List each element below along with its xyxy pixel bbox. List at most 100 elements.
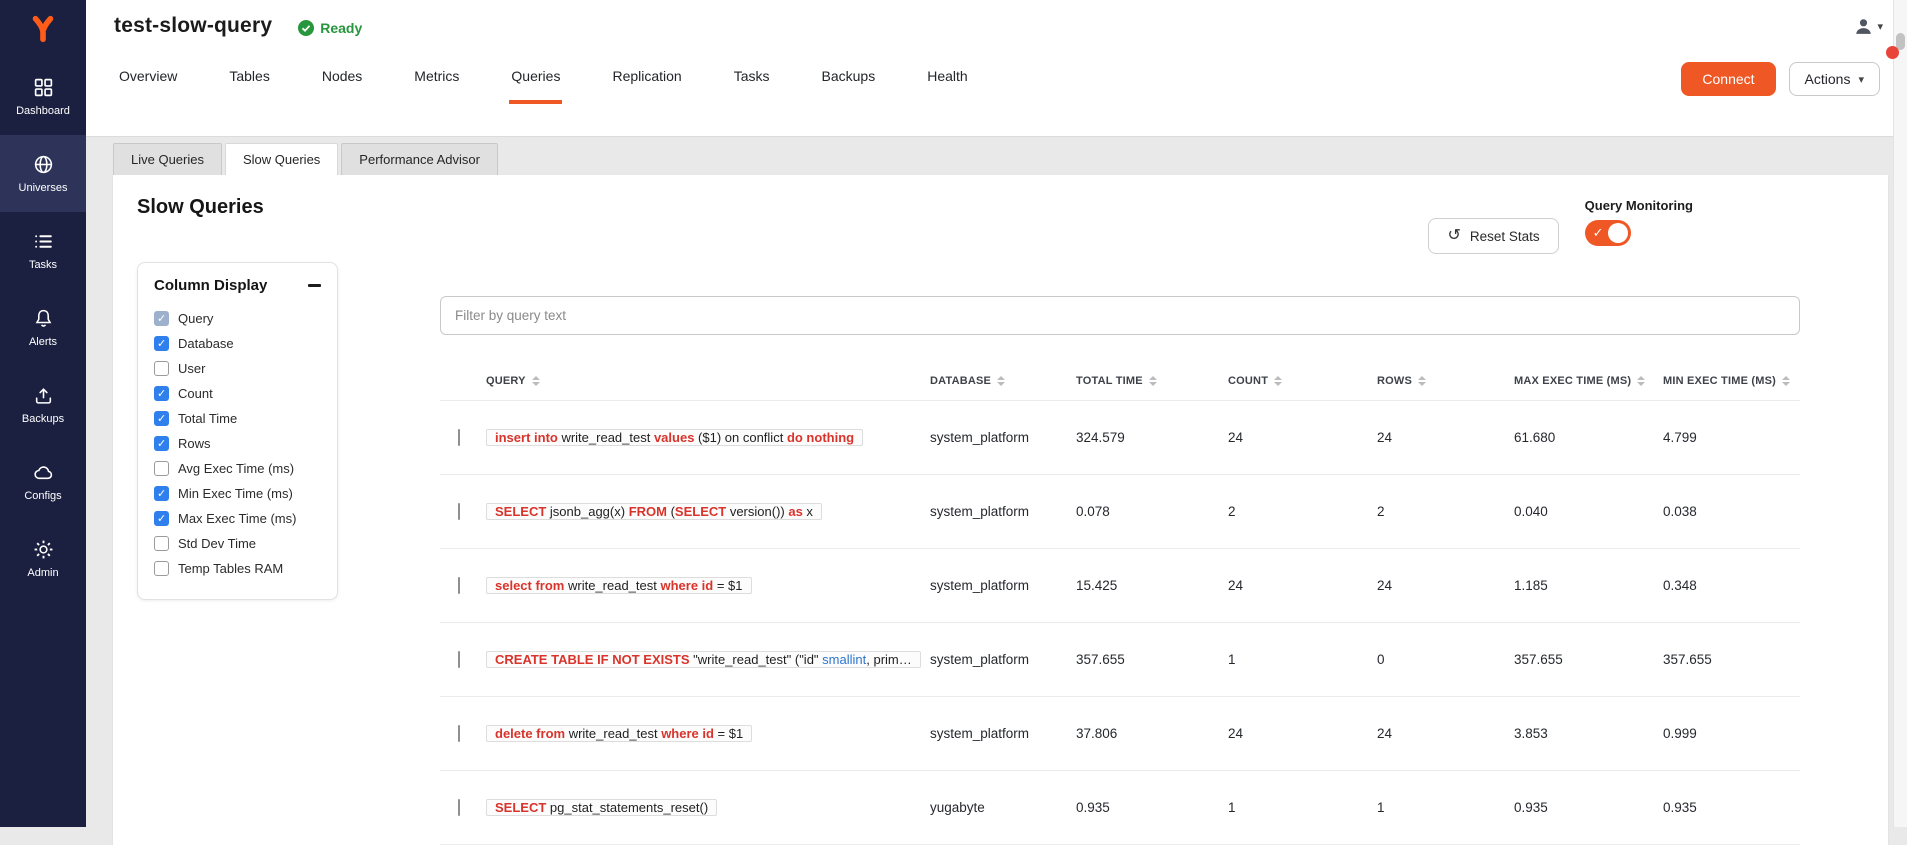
checkbox-count[interactable]	[154, 386, 169, 401]
sort-icon[interactable]	[1418, 376, 1426, 386]
column-header-rows[interactable]: ROWS	[1377, 375, 1514, 387]
table-row[interactable]: select from write_read_test where id = $…	[440, 549, 1800, 623]
column-option-min-exec-time-ms[interactable]: Min Exec Time (ms)	[154, 481, 321, 506]
row-checkbox[interactable]	[458, 503, 460, 520]
column-header-max-exec-time-ms[interactable]: MAX EXEC TIME (MS)	[1514, 375, 1663, 387]
vertical-scrollbar[interactable]	[1893, 0, 1907, 827]
sql-token-kw: do nothing	[787, 430, 854, 445]
sort-icon[interactable]	[1149, 376, 1157, 386]
subtab-live-queries[interactable]: Live Queries	[113, 143, 222, 175]
table-row[interactable]: SELECT pg_stat_statements_reset()yugabyt…	[440, 771, 1800, 845]
tab-tasks[interactable]: Tasks	[732, 46, 772, 104]
cell-max-exec-time: 357.655	[1514, 652, 1663, 667]
checkbox-temp-tables-ram[interactable]	[154, 561, 169, 576]
cell-max-exec-time: 0.040	[1514, 504, 1663, 519]
sidebar-item-configs[interactable]: Configs	[0, 443, 86, 520]
checkbox-max-exec-time-ms[interactable]	[154, 511, 169, 526]
query-text[interactable]: select from write_read_test where id = $…	[486, 577, 752, 594]
sidebar-item-alerts[interactable]: Alerts	[0, 289, 86, 366]
row-checkbox[interactable]	[458, 799, 460, 816]
cell-rows: 24	[1377, 726, 1514, 741]
sort-icon[interactable]	[532, 376, 540, 386]
query-filter-input[interactable]	[440, 296, 1800, 335]
table-row[interactable]: SELECT jsonb_agg(x) FROM (SELECT version…	[440, 475, 1800, 549]
checkbox-min-exec-time-ms[interactable]	[154, 486, 169, 501]
subtab-slow-queries[interactable]: Slow Queries	[225, 143, 338, 175]
tab-overview[interactable]: Overview	[117, 46, 179, 104]
collapse-icon[interactable]	[308, 284, 321, 287]
tab-backups[interactable]: Backups	[820, 46, 878, 104]
sql-token-kw: select from	[495, 578, 564, 593]
connect-button[interactable]: Connect	[1681, 62, 1775, 96]
user-menu[interactable]: ▾	[1853, 16, 1883, 37]
checkbox-rows[interactable]	[154, 436, 169, 451]
column-option-std-dev-time[interactable]: Std Dev Time	[154, 531, 321, 556]
sort-icon[interactable]	[997, 376, 1005, 386]
row-checkbox[interactable]	[458, 725, 460, 742]
yugabyte-logo[interactable]	[0, 0, 86, 58]
checkbox-user[interactable]	[154, 361, 169, 376]
cell-total-time: 37.806	[1076, 726, 1228, 741]
query-cell: SELECT pg_stat_statements_reset()	[486, 797, 930, 819]
checkbox-query[interactable]	[154, 311, 169, 326]
checkbox-database[interactable]	[154, 336, 169, 351]
table-row[interactable]: delete from write_read_test where id = $…	[440, 697, 1800, 771]
row-checkbox[interactable]	[458, 429, 460, 446]
sidebar-item-backups[interactable]: Backups	[0, 366, 86, 443]
tab-metrics[interactable]: Metrics	[412, 46, 461, 104]
column-option-database[interactable]: Database	[154, 331, 321, 356]
tab-replication[interactable]: Replication	[610, 46, 683, 104]
sidebar-item-universes[interactable]: Universes	[0, 135, 86, 212]
query-text[interactable]: CREATE TABLE IF NOT EXISTS "write_read_t…	[486, 651, 921, 668]
query-text[interactable]: insert into write_read_test values ($1) …	[486, 429, 863, 446]
checkbox-std-dev-time[interactable]	[154, 536, 169, 551]
sort-icon[interactable]	[1782, 376, 1790, 386]
column-option-total-time[interactable]: Total Time	[154, 406, 321, 431]
table-row[interactable]: CREATE TABLE IF NOT EXISTS "write_read_t…	[440, 623, 1800, 697]
query-text[interactable]: delete from write_read_test where id = $…	[486, 725, 752, 742]
sql-token-pl: , prim…	[866, 652, 912, 667]
table-row[interactable]: insert into write_read_test values ($1) …	[440, 401, 1800, 475]
column-header-count[interactable]: COUNT	[1228, 375, 1377, 387]
column-header-min-exec-time-ms[interactable]: MIN EXEC TIME (MS)	[1663, 375, 1800, 387]
tab-queries[interactable]: Queries	[509, 46, 562, 104]
column-option-temp-tables-ram[interactable]: Temp Tables RAM	[154, 556, 321, 581]
status-badge: Ready	[298, 20, 362, 36]
reset-stats-button[interactable]: ↺ Reset Stats	[1428, 218, 1558, 254]
checkbox-total-time[interactable]	[154, 411, 169, 426]
queries-subtabs: Live QueriesSlow QueriesPerformance Advi…	[113, 143, 1888, 175]
column-header-query[interactable]: QUERY	[486, 375, 930, 387]
query-text[interactable]: SELECT jsonb_agg(x) FROM (SELECT version…	[486, 503, 822, 520]
query-text[interactable]: SELECT pg_stat_statements_reset()	[486, 799, 717, 816]
checkbox-avg-exec-time-ms[interactable]	[154, 461, 169, 476]
column-option-count[interactable]: Count	[154, 381, 321, 406]
sort-icon[interactable]	[1274, 376, 1282, 386]
column-option-user[interactable]: User	[154, 356, 321, 381]
actions-button[interactable]: Actions ▾	[1789, 62, 1880, 96]
tab-nodes[interactable]: Nodes	[320, 46, 364, 104]
tab-tables[interactable]: Tables	[227, 46, 271, 104]
tab-health[interactable]: Health	[925, 46, 969, 104]
column-option-avg-exec-time-ms[interactable]: Avg Exec Time (ms)	[154, 456, 321, 481]
table-rows: insert into write_read_test values ($1) …	[440, 401, 1800, 845]
page-title: Slow Queries	[137, 196, 264, 219]
row-checkbox-cell	[440, 578, 486, 593]
sidebar-item-admin[interactable]: Admin	[0, 520, 86, 597]
subtab-performance-advisor[interactable]: Performance Advisor	[341, 143, 498, 175]
query-monitoring-toggle[interactable]: ✓	[1585, 220, 1631, 246]
column-option-max-exec-time-ms[interactable]: Max Exec Time (ms)	[154, 506, 321, 531]
cell-min-exec-time: 0.935	[1663, 800, 1800, 815]
sort-icon[interactable]	[1637, 376, 1645, 386]
column-option-label: Std Dev Time	[178, 536, 256, 551]
sidebar-item-dashboard[interactable]: Dashboard	[0, 58, 86, 135]
sidebar-item-tasks[interactable]: Tasks	[0, 212, 86, 289]
column-option-query[interactable]: Query	[154, 306, 321, 331]
query-monitoring-label: Query Monitoring	[1585, 198, 1693, 213]
column-header-total-time[interactable]: TOTAL TIME	[1076, 375, 1228, 387]
column-header-database[interactable]: DATABASE	[930, 375, 1076, 387]
column-option-rows[interactable]: Rows	[154, 431, 321, 456]
column-option-label: Rows	[178, 436, 211, 451]
cell-max-exec-time: 61.680	[1514, 430, 1663, 445]
row-checkbox[interactable]	[458, 577, 460, 594]
row-checkbox[interactable]	[458, 651, 460, 668]
